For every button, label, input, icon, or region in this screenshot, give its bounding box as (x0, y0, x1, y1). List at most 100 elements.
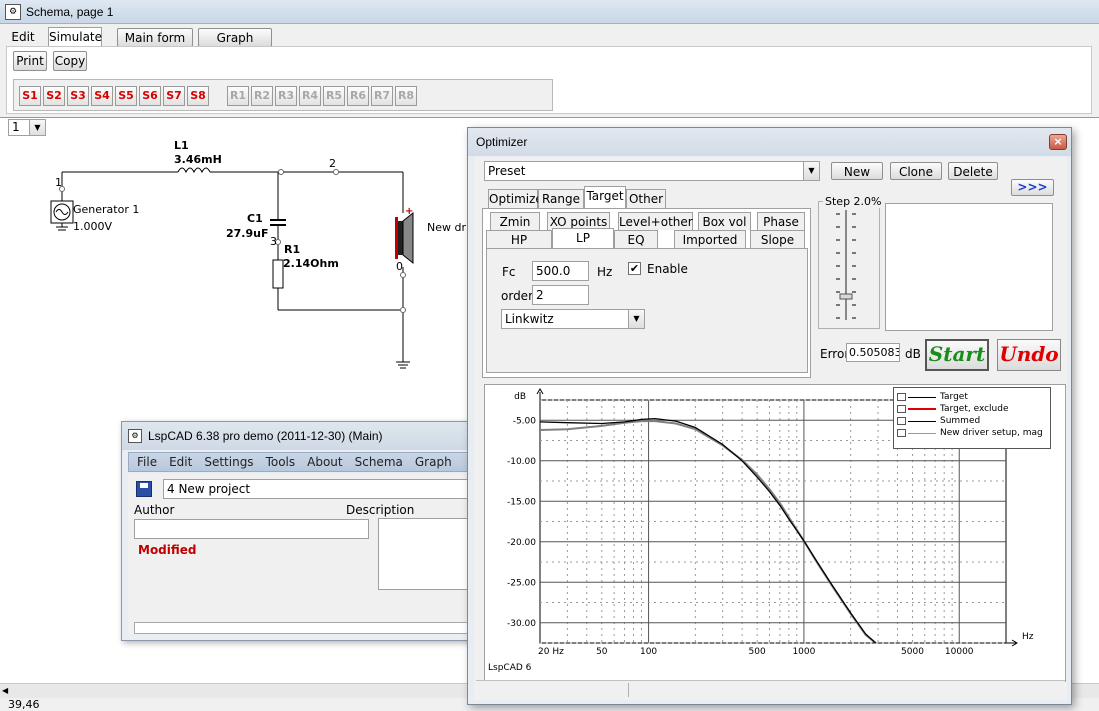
r6-button[interactable]: R6 (347, 86, 369, 106)
menu-schema[interactable]: Schema (355, 455, 403, 469)
legend-item-driver[interactable]: New driver setup, mag (894, 428, 1050, 440)
fc-field[interactable]: 500.0 (532, 261, 589, 281)
tab-slope[interactable]: Slope (750, 230, 805, 248)
legend-swatch (908, 397, 936, 398)
tab-lp[interactable]: LP (552, 228, 614, 249)
schematic-drawing (50, 167, 414, 369)
save-icon[interactable] (136, 481, 152, 497)
app-icon: ⚙ (128, 429, 142, 443)
l1-name: L1 (174, 139, 189, 152)
y-tick-label: -10.00 (507, 457, 536, 467)
c1-value: 27.9uF (226, 227, 269, 240)
legend-item-target-exclude[interactable]: Target, exclude (894, 404, 1050, 416)
new-button[interactable]: New (831, 162, 883, 180)
order-field[interactable]: 2 (532, 285, 589, 305)
s3-button[interactable]: S3 (67, 86, 89, 106)
description-label: Description (346, 503, 415, 517)
enable-checkbox[interactable]: ✔ (628, 262, 641, 275)
legend-label: Summed (940, 416, 981, 426)
print-button[interactable]: Print (13, 51, 47, 71)
main-menu-bar: File Edit Settings Tools About Schema Graph (128, 452, 480, 472)
enable-label: Enable (647, 262, 688, 276)
menu-edit[interactable]: Edit (6, 28, 40, 47)
filter-type-dropdown[interactable]: Linkwitz ▼ (501, 309, 645, 329)
r3-button[interactable]: R3 (275, 86, 297, 106)
generator-value: 1.000V (73, 220, 113, 233)
tab-imported[interactable]: Imported (674, 230, 746, 248)
tab-level-other[interactable]: Level+other (618, 212, 693, 230)
legend-check-icon (897, 417, 906, 425)
preset-value: Preset (488, 164, 526, 178)
start-label: Start (928, 342, 986, 366)
undo-button[interactable]: Undo (997, 339, 1061, 371)
tab-zmin[interactable]: Zmin (490, 212, 540, 230)
tab-optimize[interactable]: Optimize (488, 189, 543, 209)
tab-box-vol[interactable]: Box vol (698, 212, 751, 230)
node-1-label: 1 (55, 176, 62, 189)
legend-swatch (908, 408, 936, 410)
optimizer-title-bar: Optimizer × (468, 128, 1071, 156)
main-window-title: LspCAD 6.38 pro demo (2011-12-30) (Main) (148, 429, 383, 443)
menu-edit[interactable]: Edit (169, 455, 192, 469)
optimizer-title: Optimizer (476, 135, 528, 149)
menu-about[interactable]: About (307, 455, 342, 469)
chevron-down-icon: ▼ (803, 162, 819, 180)
tab-range[interactable]: Range (538, 189, 584, 209)
driver-plus-label: + (405, 206, 414, 217)
r8-button[interactable]: R8 (395, 86, 417, 106)
legend-check-icon (897, 405, 906, 413)
close-button[interactable]: × (1049, 134, 1067, 150)
r7-button[interactable]: R7 (371, 86, 393, 106)
r4-button[interactable]: R4 (299, 86, 321, 106)
graph-button[interactable]: Graph (198, 28, 272, 47)
legend-item-target[interactable]: Target (894, 392, 1050, 404)
main-form-button[interactable]: Main form (117, 28, 193, 47)
undo-label: Undo (999, 342, 1059, 366)
preset-dropdown[interactable]: Preset ▼ (484, 161, 820, 181)
legend-check-icon (897, 393, 906, 401)
more-button[interactable]: >>> (1011, 179, 1054, 196)
y-tick-label: -30.00 (507, 619, 536, 629)
s8-button[interactable]: S8 (187, 86, 209, 106)
step-slider[interactable] (834, 208, 858, 322)
menu-settings[interactable]: Settings (204, 455, 253, 469)
author-label: Author (134, 503, 175, 517)
chart-legend: Target Target, exclude Summed New driver… (893, 387, 1051, 449)
author-field[interactable] (134, 519, 369, 539)
app-icon: ⚙ (5, 4, 21, 20)
project-name-field[interactable]: 4 New project (163, 479, 480, 499)
tab-hp[interactable]: HP (486, 230, 552, 248)
scroll-left-icon[interactable]: ◀ (2, 686, 8, 695)
copy-button[interactable]: Copy (53, 51, 87, 71)
s2-button[interactable]: S2 (43, 86, 65, 106)
start-button[interactable]: Start (925, 339, 989, 371)
optimizer-window: Optimizer × Preset ▼ New Clone Delete >>… (467, 127, 1072, 705)
clone-button[interactable]: Clone (890, 162, 942, 180)
r5-button[interactable]: R5 (323, 86, 345, 106)
s1-button[interactable]: S1 (19, 86, 41, 106)
s7-button[interactable]: S7 (163, 86, 185, 106)
tab-target[interactable]: Target (584, 186, 626, 209)
s4-button[interactable]: S4 (91, 86, 113, 106)
fc-label: Fc (502, 265, 516, 279)
generator-label: Generator 1 (73, 203, 140, 216)
x-tick-label: 100 (640, 647, 657, 657)
menu-file[interactable]: File (137, 455, 157, 469)
menu-simulate[interactable]: Simulate (48, 27, 102, 47)
tab-phase[interactable]: Phase (757, 212, 805, 230)
r1-button[interactable]: R1 (227, 86, 249, 106)
delete-button[interactable]: Delete (948, 162, 998, 180)
r1-value: 2.14Ohm (283, 257, 339, 270)
menu-tools[interactable]: Tools (266, 455, 296, 469)
tab-eq[interactable]: EQ (614, 230, 658, 248)
y-tick-label: -5.00 (513, 416, 537, 426)
description-field[interactable] (378, 518, 480, 590)
s6-button[interactable]: S6 (139, 86, 161, 106)
menu-graph[interactable]: Graph (415, 455, 452, 469)
legend-item-summed[interactable]: Summed (894, 416, 1050, 428)
x-tick-label: 50 (596, 647, 608, 657)
s5-button[interactable]: S5 (115, 86, 137, 106)
tab-other[interactable]: Other (626, 189, 666, 209)
r2-button[interactable]: R2 (251, 86, 273, 106)
results-list[interactable] (885, 203, 1053, 331)
